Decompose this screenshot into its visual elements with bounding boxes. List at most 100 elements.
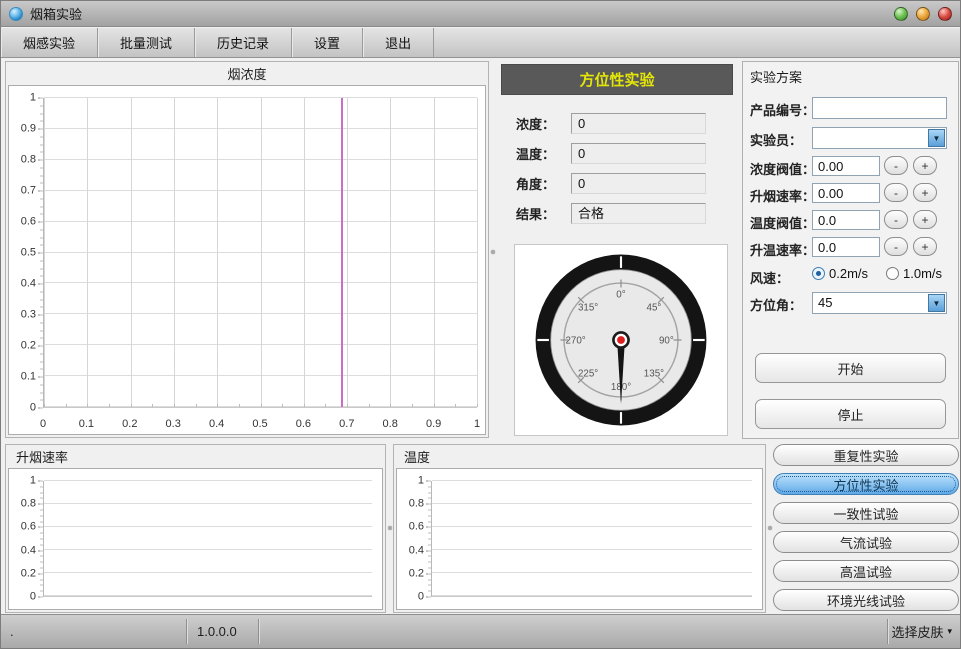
- chart-xmt: [174, 404, 175, 407]
- gauge-ring-tick-north: [620, 256, 622, 268]
- temp-chart-title: 温度: [394, 445, 765, 468]
- test-button-airflow[interactable]: 气流试验: [773, 531, 959, 553]
- azimuth-dropdown-button[interactable]: ▼: [928, 294, 945, 312]
- chart-hgrid: [432, 480, 752, 481]
- azimuth-label: 方位角：: [750, 295, 802, 314]
- stop-button[interactable]: 停止: [755, 399, 946, 429]
- status-bar: . 1.0.0.0 选择皮肤 ▾: [1, 614, 960, 648]
- chart-ylb: 1: [30, 476, 36, 487]
- temperature-threshold-label: 温度阀值：: [750, 213, 815, 232]
- heating-rate-row: 升温速率： - +: [743, 237, 958, 257]
- menu-item-exit[interactable]: 退出: [363, 28, 434, 57]
- chart-xmt: [434, 404, 435, 407]
- window-controls: [894, 7, 952, 21]
- plan-panel-title: 实验方案: [750, 67, 802, 86]
- heating-rate-input[interactable]: [812, 237, 880, 257]
- result-label: 结果：: [516, 204, 571, 223]
- chart-ylb: 0.9: [21, 124, 36, 135]
- heating-rate-plus-button[interactable]: +: [913, 237, 937, 256]
- test-button-repeatability[interactable]: 重复性实验: [773, 444, 959, 466]
- rise-chart-plot: [43, 481, 372, 597]
- chart-ylb: 0.4: [409, 545, 424, 556]
- chart-xlb: 0.2: [122, 419, 137, 430]
- gauge-label-135: 135°: [644, 368, 664, 379]
- gauge-label-225: 225°: [578, 368, 598, 379]
- chart-vgrid: [131, 98, 132, 407]
- chart-hgrid: [432, 595, 752, 596]
- azimuth-gauge-box: 0° 45° 90° 135° 180° 225° 270° 315°: [514, 244, 728, 436]
- temperature-threshold-plus-button[interactable]: +: [913, 210, 937, 229]
- heating-rate-minus-button[interactable]: -: [884, 237, 908, 256]
- chart-vgrid: [44, 98, 45, 407]
- test-button-consistency[interactable]: 一致性试验: [773, 502, 959, 524]
- test-button-orientation[interactable]: 方位性实验: [773, 473, 959, 495]
- concentration-threshold-minus-button[interactable]: -: [884, 156, 908, 175]
- gauge-label-0: 0°: [616, 289, 625, 300]
- chart-ylb: 0.2: [21, 568, 36, 579]
- window-minimize-button[interactable]: [894, 7, 908, 21]
- menu-item-history[interactable]: 历史记录: [195, 28, 292, 57]
- chart-xlb: 0.8: [383, 419, 398, 430]
- chart-vline: [341, 98, 343, 407]
- app-icon: [9, 7, 23, 21]
- chart-vgrid: [477, 98, 478, 407]
- radio-icon: [812, 267, 825, 280]
- operator-combobox[interactable]: ▼: [812, 127, 947, 149]
- concentration-threshold-input[interactable]: [812, 156, 880, 176]
- menu-item-batch-test[interactable]: 批量测试: [98, 28, 195, 57]
- menu-item-settings[interactable]: 设置: [292, 28, 363, 57]
- chart-xlb: 0.5: [252, 419, 267, 430]
- orientation-panel-title: 方位性实验: [501, 64, 733, 95]
- smoke-rise-rate-plus-button[interactable]: +: [913, 183, 937, 202]
- chart-hgrid: [432, 549, 752, 550]
- chart-ylb: 0.8: [21, 499, 36, 510]
- chart-xmt: [347, 404, 348, 407]
- rise-chart-yaxis: 00.20.40.60.81: [9, 481, 43, 597]
- chart-xlb: 1: [474, 419, 480, 430]
- test-button-high-temperature[interactable]: 高温试验: [773, 560, 959, 582]
- rise-chart-title: 升烟速率: [6, 445, 385, 468]
- window-maximize-button[interactable]: [916, 7, 930, 21]
- chart-xmt: [455, 404, 456, 407]
- chart-xmt: [217, 404, 218, 407]
- chart-vgrid: [261, 98, 262, 407]
- azimuth-combobox[interactable]: 45 ▼: [812, 292, 947, 314]
- gauge-label-315: 315°: [578, 303, 598, 314]
- azimuth-row: 方位角： 45 ▼: [743, 292, 958, 314]
- splitter-handle[interactable]: [491, 250, 495, 254]
- chart-hgrid: [432, 572, 752, 573]
- chart-xmt: [477, 404, 478, 407]
- chart-hgrid: [44, 549, 372, 550]
- menu-item-smoke-experiment[interactable]: 烟感实验: [1, 28, 98, 57]
- wind-radio-1[interactable]: 1.0m/s: [886, 266, 942, 281]
- smoke-rise-rate-input[interactable]: [812, 183, 880, 203]
- smoke-rise-rate-label: 升烟速率：: [750, 186, 815, 205]
- chart-ylb: 0.7: [21, 186, 36, 197]
- concentration-value: 0: [571, 113, 706, 134]
- temperature-threshold-input[interactable]: [812, 210, 880, 230]
- chevron-down-icon: ▼: [933, 134, 941, 143]
- status-divider: [258, 619, 259, 644]
- title-bar: 烟箱实验: [1, 1, 960, 27]
- window-close-button[interactable]: [938, 7, 952, 21]
- chart-xmt: [66, 404, 67, 407]
- select-skin-button[interactable]: 选择皮肤 ▾: [891, 615, 952, 648]
- concentration-threshold-plus-button[interactable]: +: [913, 156, 937, 175]
- chart-vgrid: [304, 98, 305, 407]
- test-button-ambient-light[interactable]: 环境光线试验: [773, 589, 959, 611]
- splitter-handle[interactable]: [768, 526, 772, 530]
- splitter-handle[interactable]: [388, 526, 392, 530]
- product-number-input[interactable]: [812, 97, 947, 119]
- smoke-rise-rate-minus-button[interactable]: -: [884, 183, 908, 202]
- radio-icon: [886, 267, 899, 280]
- chart-vgrid: [87, 98, 88, 407]
- chart-xlb: 0.7: [339, 419, 354, 430]
- operator-dropdown-button[interactable]: ▼: [928, 129, 945, 147]
- product-number-row: 产品编号：: [743, 97, 958, 119]
- start-button[interactable]: 开始: [755, 353, 946, 383]
- rise-chart-area: 00.20.40.60.81: [8, 468, 383, 610]
- chart-xmt: [412, 404, 413, 407]
- wind-radio-0[interactable]: 0.2m/s: [812, 266, 868, 281]
- chart-ylb: 0.4: [21, 545, 36, 556]
- temperature-threshold-minus-button[interactable]: -: [884, 210, 908, 229]
